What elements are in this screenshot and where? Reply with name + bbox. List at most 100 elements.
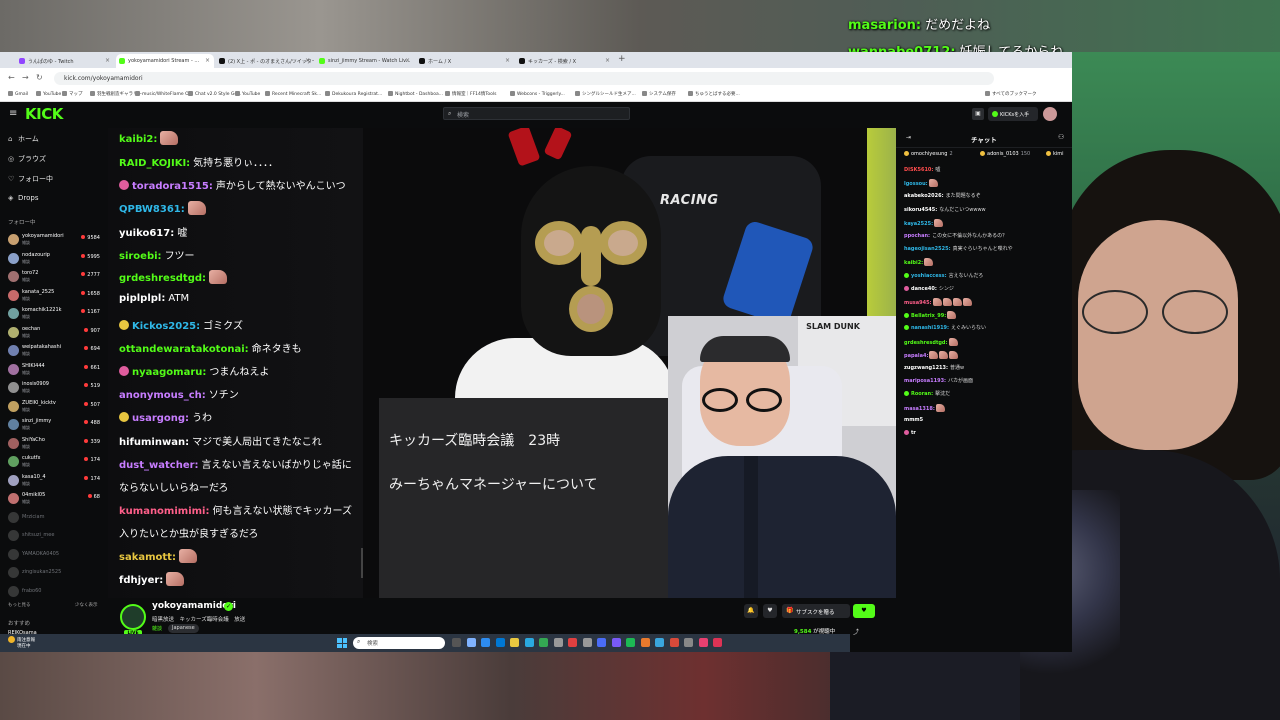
gifter-pin[interactable]: kimi <box>1046 151 1064 157</box>
chat-username[interactable]: kaibi2: <box>904 260 923 266</box>
chat-username[interactable]: yoshiaccess: <box>911 273 947 279</box>
inbox-icon[interactable]: ▣ <box>972 108 984 120</box>
tab-close-icon[interactable]: × <box>205 57 210 64</box>
new-tab-button[interactable]: + <box>618 54 626 64</box>
nav-following[interactable]: ♡ フォロー中 <box>8 174 53 184</box>
taskbar-app-icon[interactable] <box>524 638 534 647</box>
sidebar-channel[interactable]: zingisukan2525 <box>8 565 104 581</box>
search-input[interactable]: ⌕ 検索 <box>443 107 630 120</box>
get-kicks-button[interactable]: KICKsを入手 <box>988 107 1038 121</box>
bookmark-item[interactable]: YouTube <box>36 91 61 97</box>
bookmark-item[interactable]: Recent Minecraft Sk... <box>265 91 321 97</box>
chat-username[interactable]: musa945: <box>904 300 932 306</box>
taskbar-app-icon[interactable] <box>597 638 606 647</box>
sidebar-channel[interactable]: ShiYaCho 雑談 339 <box>8 436 104 452</box>
bookmark-item[interactable]: Chat v2.0 Style Ge... <box>188 91 241 97</box>
stream-category[interactable]: 雑談 <box>152 625 162 632</box>
taskbar-app-icon[interactable] <box>481 638 490 647</box>
taskbar-app-icon[interactable] <box>669 638 679 647</box>
gifter-pin[interactable]: omochiyesung 2 <box>904 151 953 157</box>
sidebar-channel[interactable]: kanata_2525 雑談 1658 <box>8 288 104 304</box>
sidebar-channel[interactable]: YAMAOKA0405 <box>8 547 104 563</box>
tab-close-icon[interactable]: × <box>405 57 410 64</box>
taskbar-app-icon[interactable] <box>452 638 461 647</box>
chat-username[interactable]: hageojisan2525: <box>904 246 951 252</box>
bookmark-item[interactable]: YouTube <box>235 91 260 97</box>
taskbar-app-icon[interactable] <box>568 638 577 647</box>
sidebar-channel[interactable]: nodazourip 雑談 5995 <box>8 251 104 267</box>
sidebar-channel[interactable]: toro72 雑談 2777 <box>8 269 104 285</box>
sidebar-channel[interactable]: frabo60 <box>8 584 104 600</box>
browser-tab[interactable]: sinzi_jimmy Stream - Watch Liv... × <box>316 54 414 68</box>
browser-tab[interactable]: うんぱのゆ - Twitch × <box>16 54 114 68</box>
chat-username[interactable]: akabeko2026: <box>904 193 944 199</box>
browser-tab[interactable]: yokoyamamidori Stream - ... × <box>116 54 214 68</box>
sidebar-channel[interactable]: oechan 雑談 907 <box>8 325 104 341</box>
chat-username[interactable]: mariposa1193: <box>904 378 946 384</box>
taskbar-search[interactable]: ⌕ 検索 <box>353 637 445 649</box>
taskbar-app-icon[interactable] <box>713 638 722 647</box>
chat-username[interactable]: grdeshresdtgd: <box>904 340 948 346</box>
bookmark-item[interactable]: マップ <box>62 91 83 97</box>
chat-username[interactable]: Rooran: <box>911 391 933 397</box>
tab-close-icon[interactable]: × <box>505 57 510 64</box>
gift-sub-button[interactable]: 🎁 サブスクを贈る <box>782 604 850 618</box>
taskbar-app-icon[interactable] <box>495 638 505 647</box>
reload-icon[interactable]: ↻ <box>36 73 43 82</box>
collapse-chat-icon[interactable]: ⇥ <box>906 134 911 141</box>
browser-tab[interactable]: ホーム / X × <box>416 54 514 68</box>
chat-username[interactable]: tr <box>911 430 916 436</box>
nav-home[interactable]: ⌂ ホーム <box>8 134 39 144</box>
tab-close-icon[interactable]: × <box>105 57 110 64</box>
taskbar-app-icon[interactable] <box>626 638 635 647</box>
chat-username[interactable]: papala4: <box>904 353 928 359</box>
sidebar-channel[interactable]: shitsuzi_mee <box>8 528 104 544</box>
sidebar-channel[interactable]: 04mikl05 雑談 68 <box>8 491 104 507</box>
kick-logo[interactable]: KICK <box>25 105 63 123</box>
sidebar-channel[interactable]: ZUEIKI_kicktv 雑談 507 <box>8 399 104 415</box>
weather-widget[interactable]: 雨注意報 現在中 <box>8 636 35 650</box>
nav-drops[interactable]: ◈ Drops <box>8 194 39 202</box>
sidebar-channel[interactable]: Mrziciam <box>8 510 104 526</box>
chat-username[interactable]: sikoru4545: <box>904 207 937 213</box>
chat-username[interactable]: dance40: <box>911 286 937 292</box>
taskbar-app-icon[interactable] <box>698 638 708 647</box>
bookmark-item[interactable]: Webcons - Triggerly... <box>510 91 565 97</box>
sidebar-channel[interactable]: weipatakahashi 雑談 694 <box>8 343 104 359</box>
taskbar-app-icon[interactable] <box>684 638 693 647</box>
user-avatar[interactable] <box>1043 107 1057 121</box>
heart-icon[interactable]: ♥ <box>763 604 777 618</box>
notification-bell-icon[interactable]: 🔔 <box>744 604 758 618</box>
chat-username[interactable]: ppochan: <box>904 233 930 239</box>
sidebar-channel[interactable]: cukutfx 雑談 174 <box>8 454 104 470</box>
chat-username[interactable]: lgossou: <box>904 181 928 187</box>
taskbar-app-icon[interactable] <box>611 638 621 647</box>
chat-username[interactable]: Bellatrix_99: <box>911 313 946 319</box>
chat-username[interactable]: masa1318: <box>904 406 935 412</box>
channel-avatar[interactable] <box>120 604 146 630</box>
browser-tab[interactable]: (2) X上 - ポ - のオまえさん/ツイッター × <box>216 54 314 68</box>
menu-icon[interactable]: ≡ <box>9 108 17 119</box>
sidebar-channel[interactable]: kasa10_4 雑談 174 <box>8 473 104 489</box>
share-icon[interactable]: ⤴ <box>853 627 859 636</box>
bookmark-item[interactable]: 情報室｜FF14情Tools <box>445 91 497 97</box>
sidebar-channel[interactable]: sinzi_jimmy 雑談 488 <box>8 417 104 433</box>
back-icon[interactable]: ← <box>8 73 15 82</box>
bookmark-item[interactable]: music/WhiteFlame O... <box>135 91 193 97</box>
chat-username[interactable]: kaya2525: <box>904 221 933 227</box>
show-more-link[interactable]: もっと見る <box>8 602 31 608</box>
gifter-pin[interactable]: adonis_0103 150 <box>980 151 1030 157</box>
windows-start-icon[interactable] <box>337 638 347 648</box>
taskbar-app-icon[interactable] <box>510 638 519 647</box>
chat-username[interactable]: DISK5610: <box>904 167 933 173</box>
follow-button[interactable]: ♥ <box>853 604 875 618</box>
url-field[interactable]: kick.com/yokoyamamidori <box>54 72 994 85</box>
taskbar-app-icon[interactable] <box>655 638 664 647</box>
sidebar-channel[interactable]: komachik1221k 雑談 1167 <box>8 306 104 322</box>
language-tag[interactable]: Japanese <box>168 624 199 633</box>
sidebar-channel[interactable]: SHIKI444 雑談 661 <box>8 362 104 378</box>
forward-icon[interactable]: → <box>22 73 29 82</box>
bookmark-item[interactable]: システム保存 <box>642 91 676 97</box>
bookmark-item[interactable]: すべてのブックマーク <box>985 91 1037 97</box>
chat-username[interactable]: mmm5 <box>904 417 923 423</box>
